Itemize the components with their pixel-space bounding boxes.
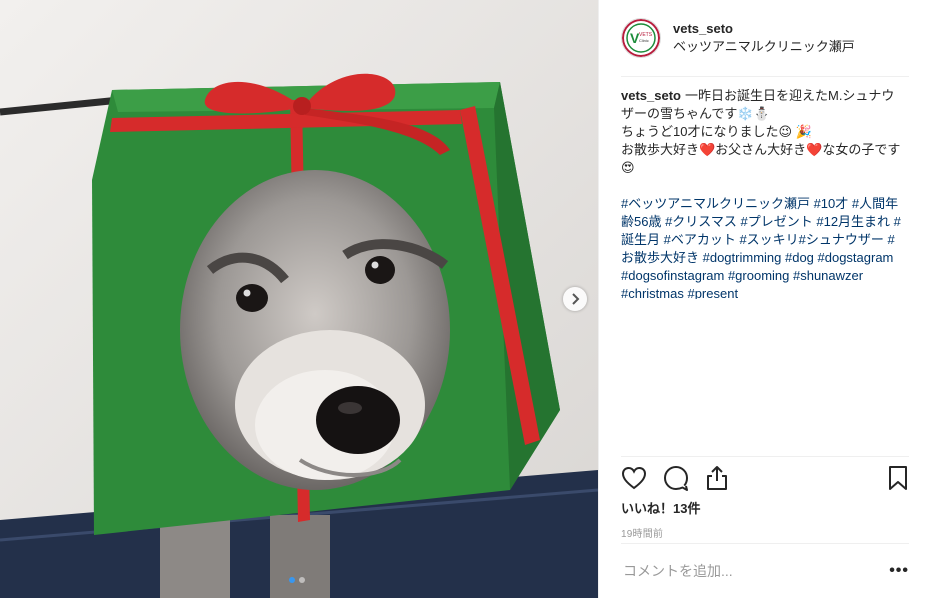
save-button[interactable] bbox=[879, 463, 909, 493]
action-bar bbox=[621, 463, 909, 493]
svg-text:Clinic: Clinic bbox=[639, 38, 649, 43]
dog-in-gift-box-photo bbox=[0, 0, 598, 598]
carousel-indicator bbox=[289, 577, 305, 583]
username-link[interactable]: vets_seto bbox=[673, 20, 855, 38]
comment-button[interactable] bbox=[663, 463, 693, 493]
carousel-next-button[interactable] bbox=[563, 287, 587, 311]
divider bbox=[621, 543, 909, 544]
share-icon bbox=[707, 466, 727, 490]
caption: vets_seto 一昨日お誕生日を迎えたM.シュナウザーの雪ちゃんです❄️⛄ ち… bbox=[621, 87, 907, 299]
caption-username[interactable]: vets_seto bbox=[621, 88, 681, 103]
heart-icon bbox=[621, 466, 647, 490]
likes-count[interactable]: いいね！13件 bbox=[621, 498, 700, 517]
divider bbox=[621, 456, 909, 457]
location-link[interactable]: ベッツアニマルクリニック瀬戸 bbox=[673, 38, 855, 56]
carousel-dot-1 bbox=[289, 577, 295, 583]
caption-hashtags[interactable]: #ベッツアニマルクリニック瀬戸 #10才 #人間年齢56歳 #クリスマス #プレ… bbox=[621, 195, 907, 299]
chevron-right-icon bbox=[572, 293, 580, 305]
post-timestamp[interactable]: 19時間前 bbox=[621, 525, 663, 540]
more-options-button[interactable]: ••• bbox=[889, 563, 909, 579]
divider bbox=[621, 76, 909, 77]
comment-box: ••• bbox=[621, 553, 909, 589]
like-button[interactable] bbox=[621, 463, 651, 493]
caption-text: vets_seto 一昨日お誕生日を迎えたM.シュナウザーの雪ちゃんです❄️⛄ ち… bbox=[621, 87, 907, 177]
avatar[interactable]: V VETS Clinic bbox=[621, 18, 661, 58]
post-image[interactable] bbox=[0, 0, 598, 598]
bookmark-icon bbox=[889, 466, 907, 490]
comment-input[interactable] bbox=[621, 562, 875, 580]
clinic-logo: V VETS Clinic bbox=[622, 19, 660, 57]
carousel-dot-2 bbox=[299, 577, 305, 583]
post-sidebar: V VETS Clinic vets_seto ベッツアニマルクリニック瀬戸 v… bbox=[598, 0, 931, 598]
post-frame: V VETS Clinic vets_seto ベッツアニマルクリニック瀬戸 v… bbox=[0, 0, 931, 598]
share-button[interactable] bbox=[705, 463, 735, 493]
comment-icon bbox=[664, 466, 688, 491]
post-header: V VETS Clinic vets_seto ベッツアニマルクリニック瀬戸 bbox=[621, 16, 909, 60]
